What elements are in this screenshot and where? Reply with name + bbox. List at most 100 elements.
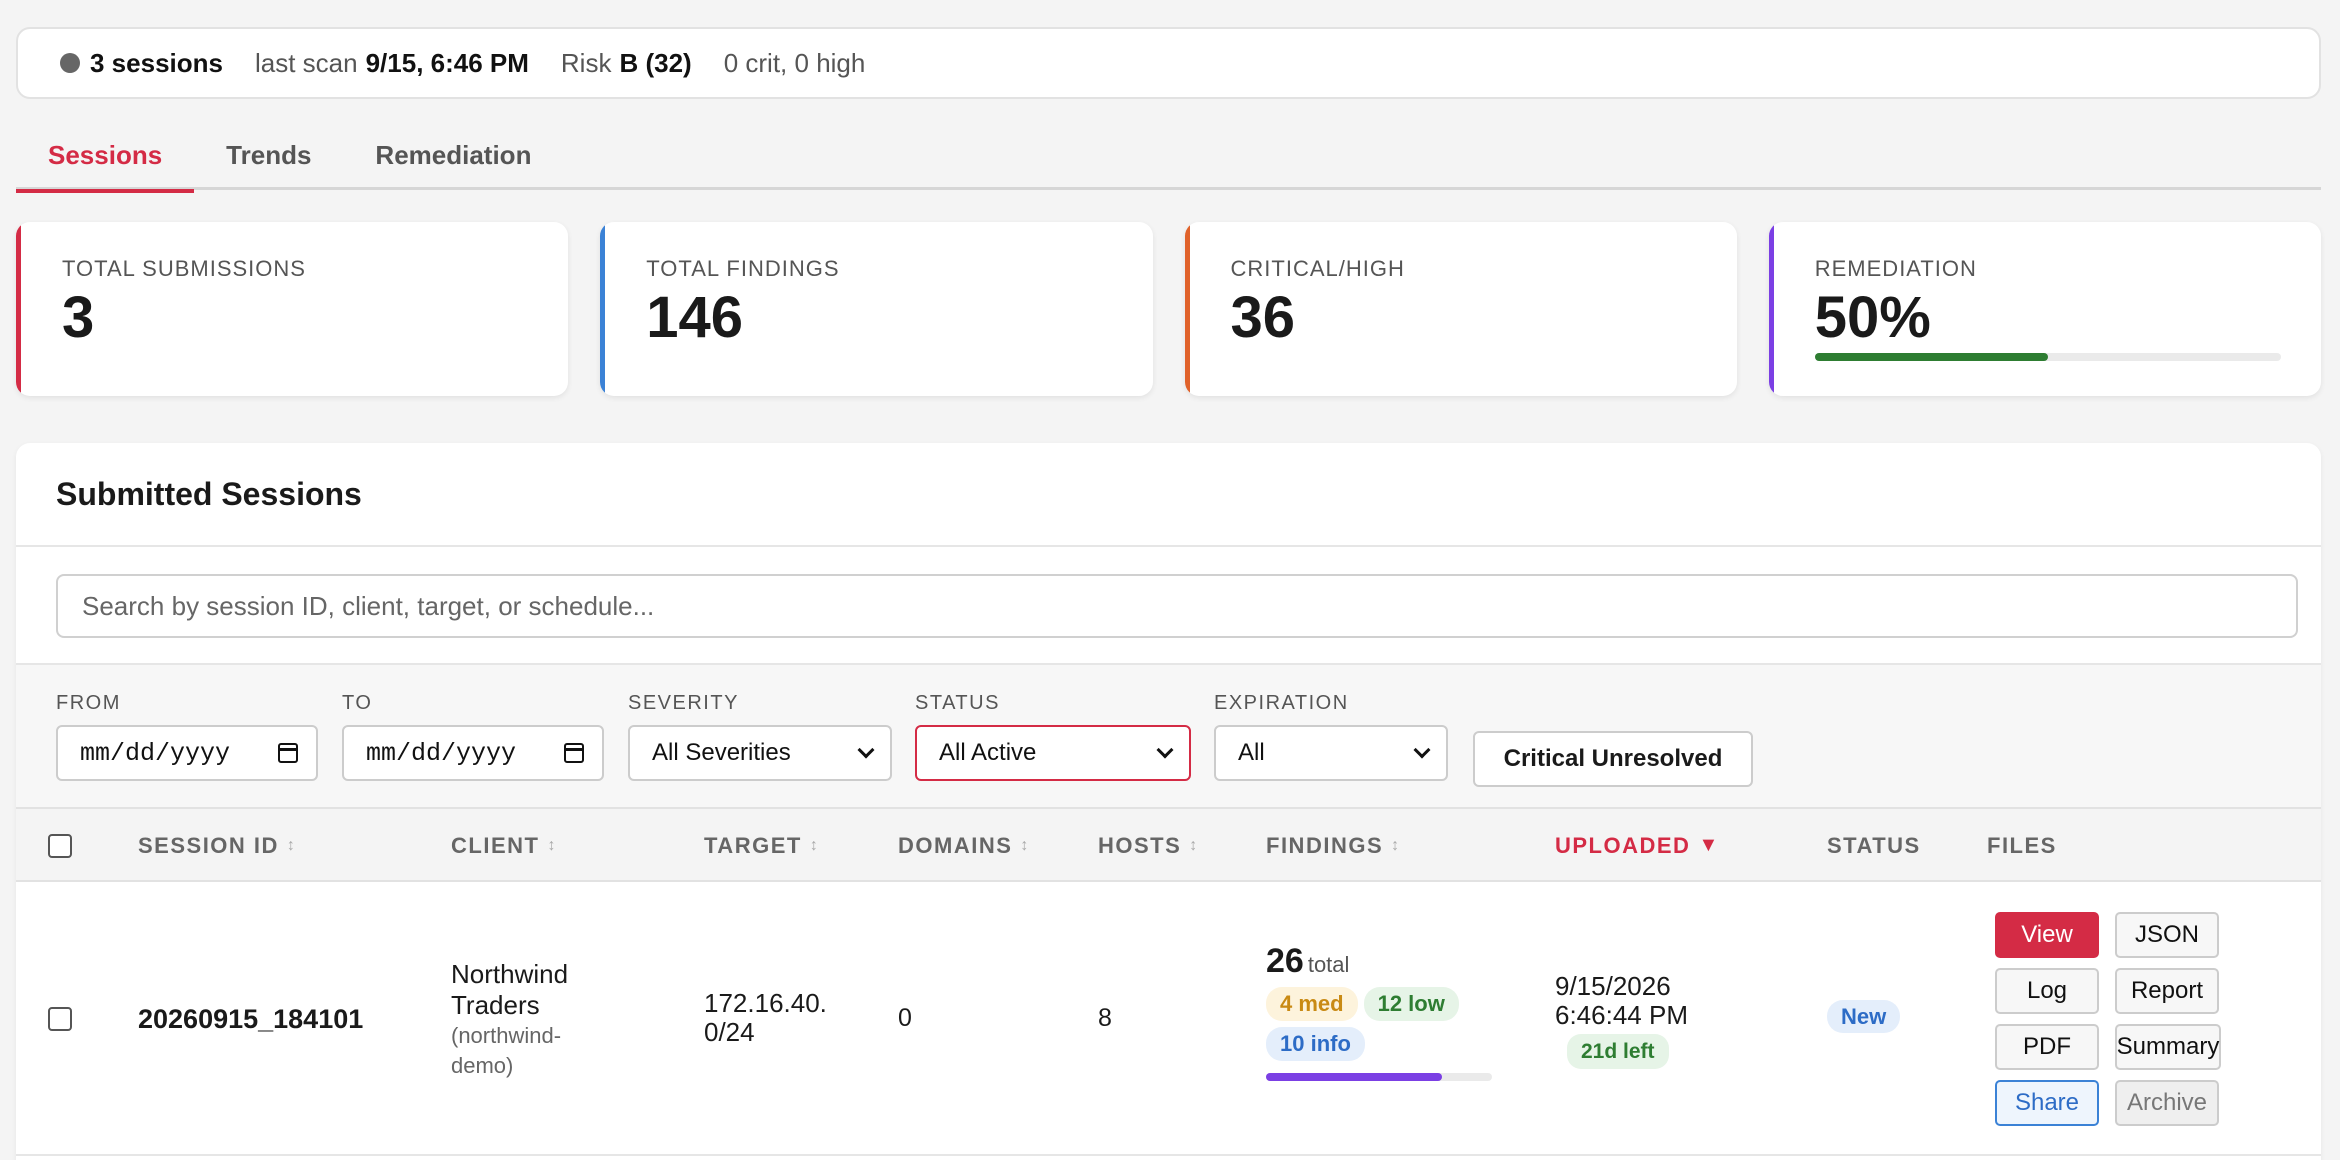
remediation-progress-fill (1814, 353, 2048, 361)
findings-progress-bar (1266, 1073, 1492, 1081)
to-date-value: mm/dd/yyyy (366, 738, 517, 768)
filter-severity-label: Severity (628, 692, 739, 714)
last-scan: last scan 9/15, 6:46 PM (255, 48, 529, 79)
filter-severity: Severity All Severities (628, 692, 892, 781)
header-client[interactable]: Client ↕ (451, 809, 557, 882)
row-hosts: 8 (1098, 1004, 1112, 1032)
to-date-input[interactable]: mm/dd/yyyy (342, 725, 604, 781)
header-files: Files (1987, 809, 2057, 882)
filter-from: From mm/dd/yyyy (56, 692, 318, 781)
filter-to-label: To (342, 692, 373, 714)
row-domains: 0 (898, 1004, 912, 1032)
main-tabs: Sessions Trends Remediation (16, 130, 2321, 193)
row-uploaded: 9/15/2026 6:46:44 PM 21d left (1555, 972, 1688, 1069)
last-scan-label: last scan (254, 47, 358, 78)
status-badge: New (1827, 1000, 1901, 1033)
filter-to: To mm/dd/yyyy (342, 692, 604, 781)
client-name-line2: Traders (451, 990, 540, 1020)
from-date-input[interactable]: mm/dd/yyyy (56, 725, 318, 781)
session-status-bar: 3 sessions last scan 9/15, 6:46 PM Risk … (16, 27, 2321, 99)
findings-info-pills: 10 info (1266, 1027, 1492, 1061)
stat-cards: Total Submissions 3 Total Findings 146 C… (16, 222, 2321, 396)
row-checkbox[interactable] (48, 1007, 72, 1031)
critical-unresolved-button[interactable]: Critical Unresolved (1473, 731, 1753, 787)
calendar-icon[interactable] (564, 743, 584, 763)
tab-trends[interactable]: Trends (194, 130, 343, 190)
header-files-label: Files (1987, 832, 2057, 858)
stat-value: 50% (1814, 285, 1931, 350)
status-select[interactable]: All Active (915, 725, 1191, 781)
tab-sessions[interactable]: Sessions (16, 130, 195, 193)
json-button[interactable]: JSON (2115, 912, 2219, 958)
client-slug-line1: (northwind- (451, 1023, 562, 1048)
tab-remediation[interactable]: Remediation (343, 130, 563, 190)
header-client-label: Client (451, 832, 540, 858)
header-hosts[interactable]: Hosts ↕ (1098, 809, 1199, 882)
severity-select-value: All Severities (652, 739, 791, 766)
stat-label: Total Submissions (62, 256, 306, 281)
sort-icon: ↕ (1020, 836, 1030, 854)
filter-bar: From mm/dd/yyyy To mm/dd/yyyy Severity A… (16, 665, 2321, 809)
client-name-line1: Northwind (451, 959, 569, 989)
header-status-label: Status (1827, 832, 1921, 858)
calendar-icon[interactable] (278, 743, 298, 763)
header-session-id-label: Session ID (138, 832, 279, 858)
target-line2: 0/24 (704, 1017, 755, 1047)
status-dot-icon (60, 53, 80, 73)
row-client: Northwind Traders (northwind- demo) (451, 959, 568, 1081)
expiration-select[interactable]: All (1214, 725, 1448, 781)
findings-med-badge: 4 med (1266, 987, 1358, 1021)
risk-score: Risk B (32) (561, 48, 692, 79)
crit-high-summary: 0 crit, 0 high (724, 48, 866, 79)
header-hosts-label: Hosts (1098, 832, 1182, 858)
session-count: 3 sessions (60, 48, 223, 79)
findings-severity-pills: 4 med 12 low (1266, 987, 1492, 1021)
sort-desc-icon: ▼ (1698, 834, 1720, 856)
expiration-select-value: All (1238, 739, 1265, 766)
view-button[interactable]: View (1995, 912, 2099, 958)
findings-total-label: total (1307, 952, 1350, 977)
header-findings[interactable]: Findings ↕ (1266, 809, 1401, 882)
log-button[interactable]: Log (1995, 968, 2099, 1014)
sort-icon: ↕ (809, 836, 820, 854)
stat-card-total-submissions: Total Submissions 3 (16, 222, 569, 396)
header-findings-label: Findings (1266, 832, 1384, 858)
stat-label: Total Findings (646, 256, 840, 281)
header-target-label: Target (704, 832, 802, 858)
session-search-input[interactable] (56, 574, 2298, 638)
header-session-id[interactable]: Session ID ↕ (138, 809, 296, 882)
header-uploaded[interactable]: Uploaded ▼ (1555, 809, 1720, 882)
summary-button[interactable]: Summary (2115, 1024, 2221, 1070)
severity-select[interactable]: All Severities (628, 725, 892, 781)
stat-value: 3 (62, 285, 95, 350)
header-target[interactable]: Target ↕ (704, 809, 819, 882)
status-select-value: All Active (939, 739, 1037, 766)
submitted-sessions-panel: Submitted Sessions From mm/dd/yyyy To mm… (16, 443, 2321, 1160)
panel-title: Submitted Sessions (16, 443, 2321, 547)
sort-icon: ↕ (547, 836, 557, 854)
stat-label: Remediation (1814, 256, 1977, 281)
pdf-button[interactable]: PDF (1995, 1024, 2099, 1070)
findings-low-badge: 12 low (1363, 987, 1459, 1021)
target-line1: 172.16.40. (704, 988, 827, 1018)
header-domains[interactable]: Domains ↕ (898, 809, 1030, 882)
report-button[interactable]: Report (2115, 968, 2219, 1014)
header-domains-label: Domains (898, 832, 1013, 858)
last-scan-value: 9/15, 6:46 PM (365, 47, 529, 78)
filter-expiration-label: Expiration (1214, 692, 1349, 714)
crit-high-text: 0 crit, 0 high (723, 47, 866, 78)
filter-expiration: Expiration All (1214, 692, 1448, 781)
stat-label: Critical/High (1230, 256, 1405, 281)
uploaded-time: 6:46:44 PM (1555, 1000, 1688, 1030)
share-button[interactable]: Share (1995, 1080, 2099, 1126)
select-all-checkbox[interactable] (48, 833, 72, 858)
row-session-id[interactable]: 20260915_184101 (138, 1004, 363, 1035)
risk-label: Risk (560, 47, 612, 78)
findings-total: 26 total (1266, 942, 1492, 981)
time-left-badge: 21d left (1567, 1034, 1669, 1069)
chevron-down-icon (1413, 741, 1431, 759)
stat-value: 36 (1230, 285, 1296, 350)
archive-button[interactable]: Archive (2115, 1080, 2219, 1126)
risk-value: B (32) (619, 47, 692, 78)
findings-progress-fill (1266, 1073, 1443, 1081)
